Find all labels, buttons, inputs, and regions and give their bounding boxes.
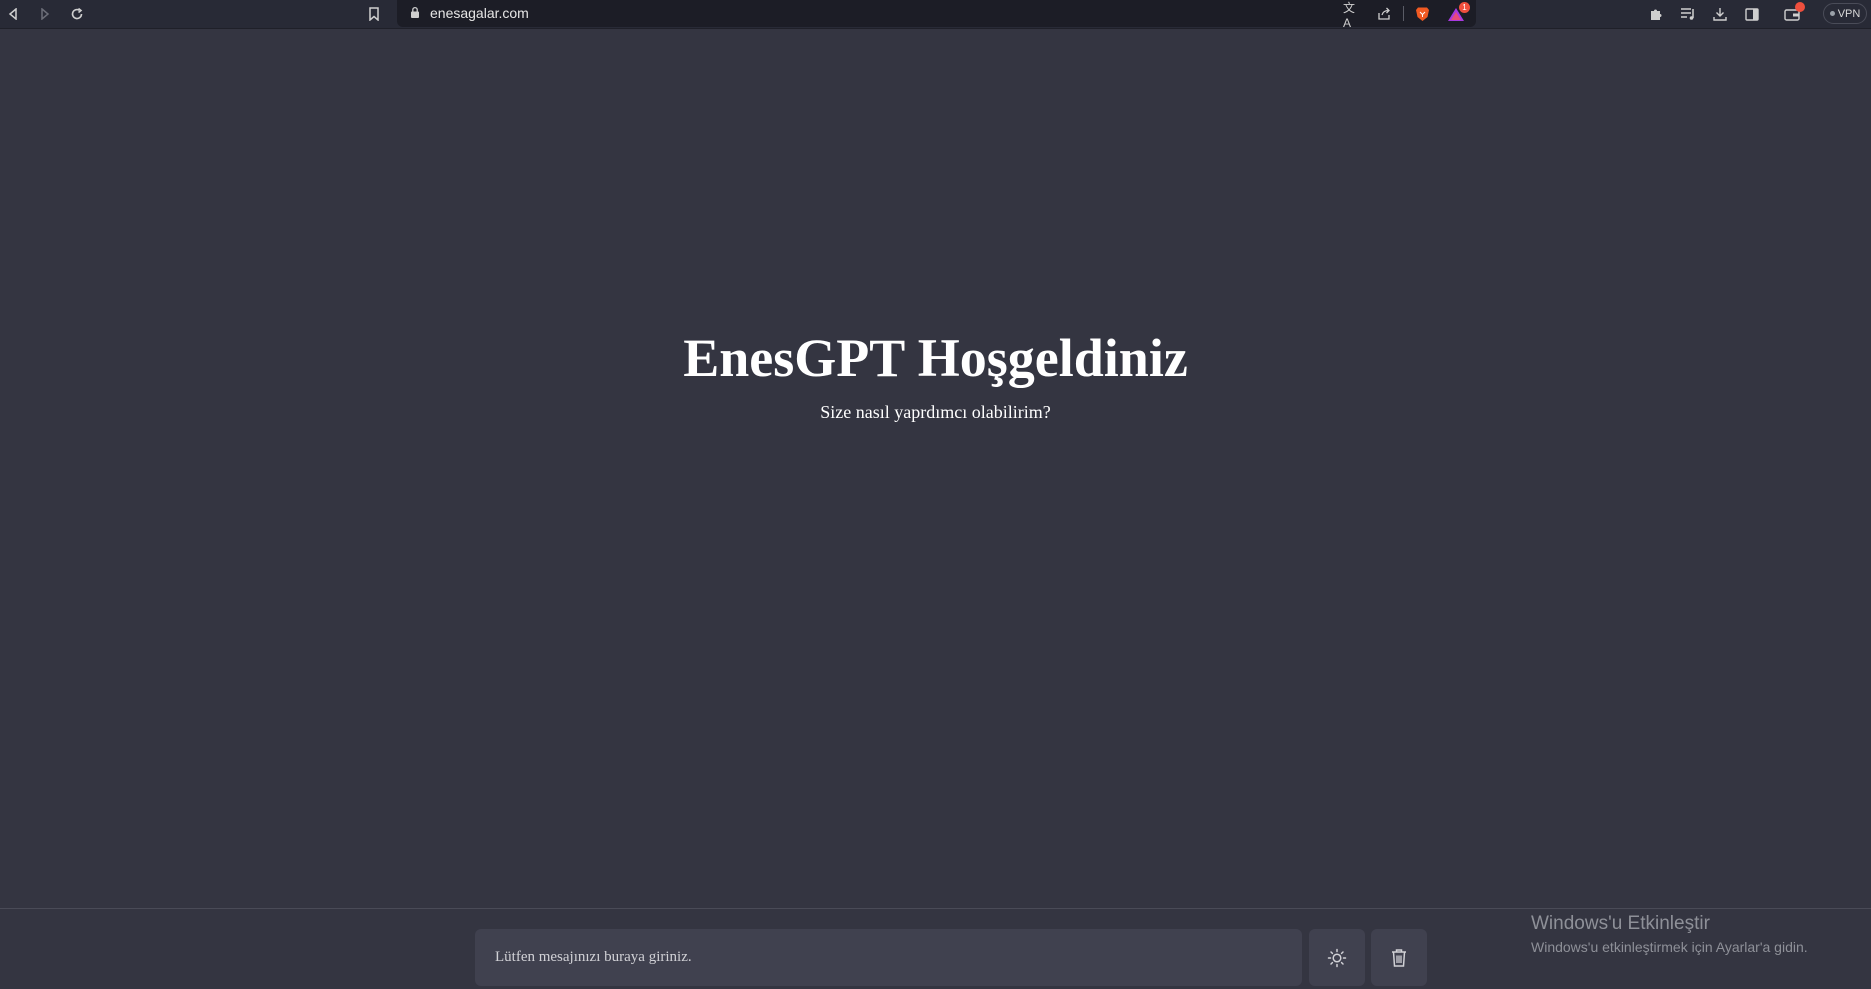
address-bar[interactable]: enesagalar.com 文A 1 bbox=[397, 0, 1476, 30]
playlist-icon bbox=[1681, 8, 1694, 20]
share-button[interactable] bbox=[1375, 5, 1393, 23]
theme-toggle-button[interactable] bbox=[1309, 929, 1365, 986]
translate-button[interactable]: 文A bbox=[1343, 1, 1361, 30]
reload-icon bbox=[71, 7, 83, 20]
message-input-placeholder: Lütfen mesajınızı buraya giriniz. bbox=[495, 949, 692, 965]
sidebar-icon bbox=[1745, 7, 1759, 21]
page-title: EnesGPT Hoşgeldiniz bbox=[683, 328, 1188, 388]
wallet-notification-dot bbox=[1795, 2, 1805, 12]
trash-icon bbox=[1392, 948, 1406, 967]
message-input[interactable]: Lütfen mesajınızı buraya giriniz. bbox=[475, 929, 1302, 986]
sun-icon bbox=[1327, 948, 1347, 967]
watermark-title: Windows'u Etkinleştir bbox=[1531, 913, 1710, 934]
share-icon bbox=[1378, 7, 1390, 20]
divider bbox=[1403, 6, 1404, 21]
alert-badge: 1 bbox=[1459, 2, 1470, 13]
bookmark-button[interactable] bbox=[364, 4, 384, 24]
wallet-button[interactable] bbox=[1783, 2, 1805, 23]
clear-chat-button[interactable] bbox=[1371, 929, 1427, 986]
url-text[interactable]: enesagalar.com bbox=[430, 5, 529, 21]
downloads-button[interactable] bbox=[1711, 5, 1729, 23]
forward-button[interactable] bbox=[35, 4, 55, 24]
extensions-button[interactable] bbox=[1647, 5, 1665, 23]
page-subtitle: Size nasıl yaprdımcı olabilirim? bbox=[820, 402, 1051, 422]
brave-rewards-button[interactable]: 1 bbox=[1447, 2, 1470, 23]
forward-icon bbox=[41, 8, 50, 20]
bookmark-icon bbox=[369, 7, 379, 21]
sidebar-toggle-button[interactable] bbox=[1743, 5, 1761, 23]
welcome-section: EnesGPT Hoşgeldiniz Size nasıl yaprdımcı… bbox=[0, 318, 1871, 423]
translate-icon: 文A bbox=[1343, 0, 1356, 30]
windows-activation-watermark: Windows'u Etkinleştir Windows'u etkinleş… bbox=[1531, 913, 1808, 955]
browser-toolbar: enesagalar.com 文A 1 VPN bbox=[0, 0, 1871, 30]
download-icon bbox=[1713, 8, 1727, 21]
puzzle-icon bbox=[1650, 9, 1661, 20]
brave-shields-button[interactable] bbox=[1413, 5, 1431, 23]
brave-lion-icon bbox=[1415, 7, 1429, 21]
watermark-subtitle: Windows'u etkinleştirmek için Ayarlar'a … bbox=[1531, 939, 1808, 955]
vpn-status-dot bbox=[1829, 11, 1835, 16]
back-button[interactable] bbox=[3, 4, 23, 24]
playlist-button[interactable] bbox=[1679, 5, 1697, 23]
composer-divider bbox=[0, 908, 1871, 909]
back-icon bbox=[8, 8, 17, 20]
vpn-button[interactable]: VPN bbox=[1823, 3, 1867, 24]
vpn-label: VPN bbox=[1837, 7, 1861, 20]
lock-icon bbox=[411, 6, 419, 18]
reload-button[interactable] bbox=[67, 4, 87, 24]
